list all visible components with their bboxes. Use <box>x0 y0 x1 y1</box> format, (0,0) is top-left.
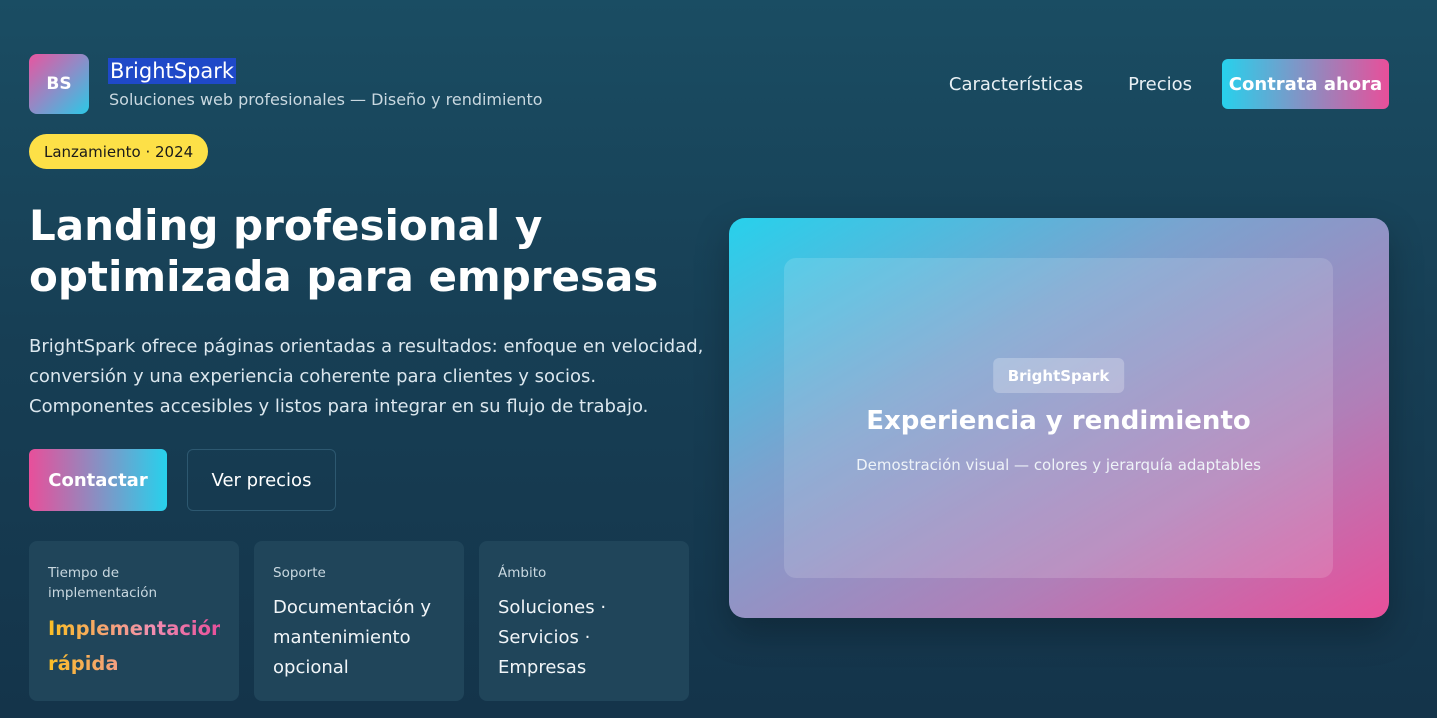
nav-link-caracteristicas[interactable]: Características <box>949 74 1083 95</box>
card-value-line: Implementación <box>48 617 225 640</box>
brand-tagline: Soluciones web profesionales — Diseño y … <box>109 90 543 109</box>
contactar-button[interactable]: Contactar <box>29 449 167 511</box>
card-value-line: rápida <box>48 652 119 675</box>
showcase-inner-card: BrightSpark Experiencia y rendimiento De… <box>784 258 1333 578</box>
hero-description: BrightSpark ofrece páginas orientadas a … <box>29 336 704 417</box>
showcase-title: Experiencia y rendimiento <box>866 406 1251 436</box>
card-value: Soluciones · Servicios · Empresas <box>498 597 607 678</box>
hero-title: Landing profesional y optimizada para em… <box>29 201 659 301</box>
site-header: BS BrightSpark Soluciones web profesiona… <box>29 54 1389 114</box>
card-value: Implementación rápida <box>48 611 220 681</box>
feature-card-support: Soporte Documentación y mantenimiento op… <box>254 541 464 701</box>
card-value: Documentación y mantenimiento opcional <box>273 597 431 678</box>
brand-name[interactable]: BrightSpark <box>108 58 237 84</box>
brand-logo[interactable]: BS <box>29 54 89 114</box>
main-nav: Características Precios Contrata ahora <box>949 59 1389 109</box>
showcase-brand-chip: BrightSpark <box>992 358 1125 393</box>
nav-link-precios[interactable]: Precios <box>1128 74 1192 95</box>
feature-card-scope: Ámbito Soluciones · Servicios · Empresas <box>479 541 689 701</box>
card-label: Tiempo de implementación <box>48 565 158 601</box>
contrata-ahora-button[interactable]: Contrata ahora <box>1222 59 1389 109</box>
ver-precios-button[interactable]: Ver precios <box>187 449 336 511</box>
showcase-subtitle: Demostración visual — colores y jerarquí… <box>856 456 1261 474</box>
feature-card-implementation: Tiempo de implementación Implementación … <box>29 541 239 701</box>
card-label: Ámbito <box>498 565 547 581</box>
card-label: Soporte <box>273 565 326 581</box>
launch-badge: Lanzamiento · 2024 <box>29 134 209 169</box>
showcase-panel: BrightSpark Experiencia y rendimiento De… <box>729 218 1389 618</box>
